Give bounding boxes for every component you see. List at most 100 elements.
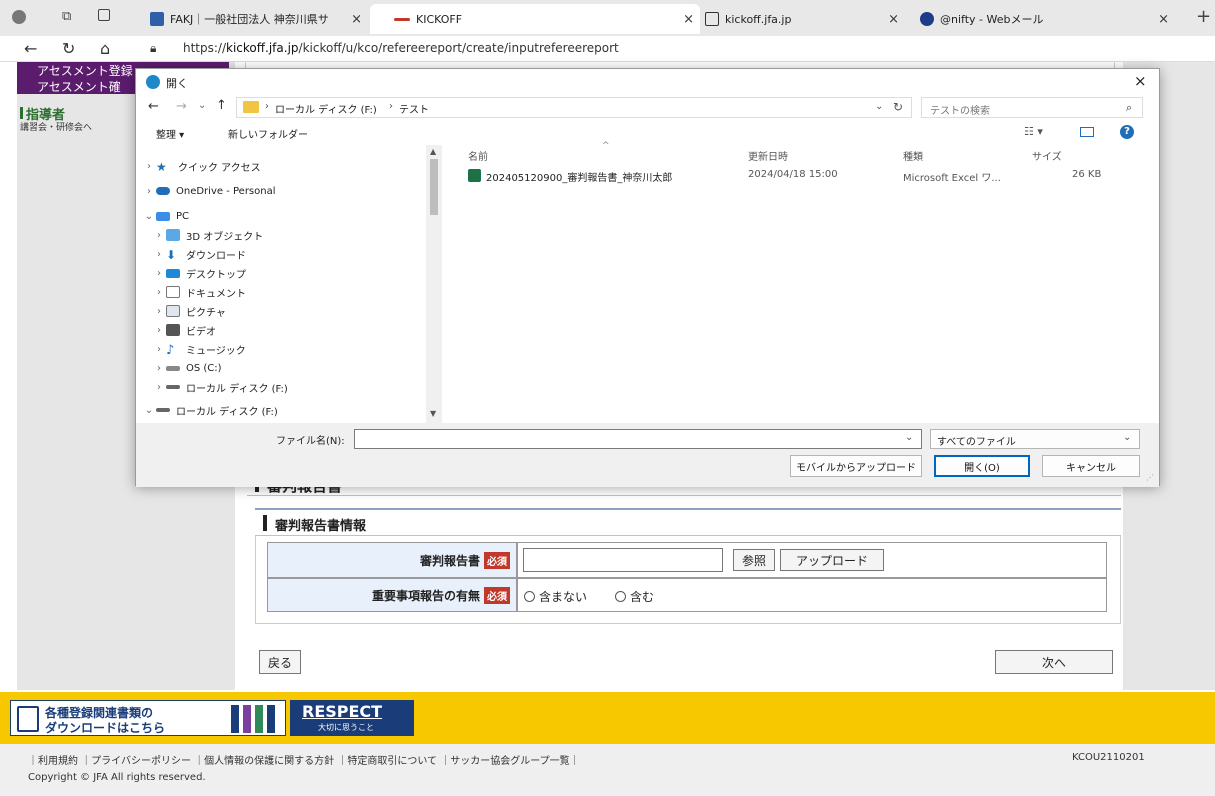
tree-item-os-c[interactable]: › OS (C:)	[152, 359, 222, 377]
lock-icon[interactable]: 🔒︎	[150, 41, 156, 56]
refresh-icon[interactable]: ↻	[62, 39, 75, 58]
view-options-icon[interactable]: ☷ ▾	[1024, 125, 1043, 138]
filetype-select[interactable]: すべてのファイル ⌄	[930, 429, 1140, 449]
scrollbar-thumb[interactable]	[430, 159, 438, 215]
breadcrumb-folder[interactable]: テスト	[399, 101, 429, 116]
expand-icon[interactable]: ›	[152, 325, 166, 336]
close-tab-icon[interactable]: ×	[351, 12, 362, 27]
cancel-button[interactable]: キャンセル	[1042, 455, 1140, 477]
respect-banner[interactable]: RESPECT 大切に思うこと	[290, 700, 414, 736]
back-icon[interactable]: ←	[24, 39, 37, 58]
resize-grip-icon[interactable]: ⋰	[1146, 473, 1154, 482]
column-size[interactable]: サイズ	[1032, 148, 1062, 163]
expand-icon[interactable]: ›	[152, 344, 166, 355]
column-type[interactable]: 種類	[903, 148, 923, 163]
breadcrumb-dropdown-icon[interactable]: ⌄	[875, 101, 883, 112]
tab-nifty[interactable]: @nifty - Webメール ×	[920, 4, 1175, 34]
tree-item-label: OS (C:)	[186, 362, 222, 374]
chevron-down-icon[interactable]: ⌄	[1123, 432, 1131, 443]
breadcrumb[interactable]: › ローカル ディスク (F:) › テスト ⌄ ↻	[236, 97, 912, 118]
scroll-down-icon[interactable]: ▼	[430, 409, 436, 418]
help-icon[interactable]: ?	[1120, 125, 1134, 139]
tree-item-quick-access[interactable]: › ★ クイック アクセス	[142, 157, 261, 175]
search-icon[interactable]: ⌕	[1126, 101, 1132, 115]
sidebar-section-sub[interactable]: 講習会・研修会へ	[20, 120, 92, 133]
expand-icon[interactable]: ›	[152, 268, 166, 279]
collapse-icon[interactable]: ⌄	[142, 211, 156, 222]
open-button[interactable]: 開く(O)	[934, 455, 1030, 477]
tree-item-desktop[interactable]: › デスクトップ	[152, 264, 246, 282]
column-name[interactable]: 名前	[468, 148, 488, 163]
radio-circle-icon[interactable]	[524, 591, 535, 602]
close-tab-icon[interactable]: ×	[683, 12, 694, 27]
filename-input[interactable]: ⌄	[354, 429, 922, 449]
expand-icon[interactable]: ›	[152, 230, 166, 241]
mobile-upload-button[interactable]: モバイルからアップロード	[790, 455, 922, 477]
tree-item-documents[interactable]: › ドキュメント	[152, 283, 246, 301]
tab-kickoff[interactable]: KICKOFF ×	[370, 4, 700, 34]
expand-icon[interactable]: ›	[152, 287, 166, 298]
expand-icon[interactable]: ›	[142, 161, 156, 172]
tree-item-label: ミュージック	[186, 345, 246, 357]
recent-locations-icon[interactable]: ⌄	[198, 100, 206, 111]
tree-item-videos[interactable]: › ビデオ	[152, 321, 216, 339]
cube-icon	[166, 229, 180, 241]
footer-links[interactable]: ｜利用規約 ｜プライバシーポリシー ｜個人情報の保護に関する方針 ｜特定商取引に…	[28, 752, 580, 767]
dialog-titlebar: 開く ×	[136, 69, 1159, 95]
new-tab-icon[interactable]: +	[1196, 6, 1211, 27]
expand-icon[interactable]: ›	[152, 382, 166, 393]
up-arrow-icon[interactable]: ↑	[216, 98, 227, 113]
organize-button[interactable]: 整理 ▾	[156, 126, 184, 141]
tab-kickoff-jfa[interactable]: kickoff.jfa.jp ×	[705, 4, 905, 34]
scroll-up-icon[interactable]: ▲	[430, 147, 436, 156]
file-name: 202405120900_審判報告書_神奈川太郎	[486, 173, 673, 184]
tree-item-pictures[interactable]: › ピクチャ	[152, 302, 226, 320]
close-tab-icon[interactable]: ×	[1158, 12, 1169, 27]
expand-icon[interactable]: ›	[152, 306, 166, 317]
document-download-icon	[17, 706, 39, 732]
close-tab-icon[interactable]: ×	[888, 12, 899, 27]
radio-not-included[interactable]: 含まない	[524, 588, 587, 605]
chevron-down-icon[interactable]: ⌄	[905, 432, 913, 443]
expand-icon[interactable]: ›	[152, 249, 166, 260]
home-icon[interactable]: ⌂	[100, 39, 110, 58]
profile-icon[interactable]	[12, 10, 26, 24]
breadcrumb-drive[interactable]: ローカル ディスク (F:)	[275, 101, 377, 116]
filename-label: ファイル名(N):	[276, 436, 345, 447]
file-row[interactable]: 202405120900_審判報告書_神奈川太郎 2024/04/18 15:0…	[462, 167, 1122, 185]
back-arrow-icon[interactable]: ←	[148, 99, 159, 114]
tree-item-local-f-root[interactable]: ⌄ ローカル ディスク (F:)	[142, 401, 278, 419]
expand-icon[interactable]: ›	[152, 363, 166, 374]
tree-scrollbar[interactable]: ▲ ▼	[426, 145, 442, 423]
upload-button[interactable]: アップロード	[780, 549, 884, 571]
back-button[interactable]: 戻る	[259, 650, 301, 674]
radio-circle-icon[interactable]	[615, 591, 626, 602]
refresh-icon[interactable]: ↻	[893, 100, 903, 114]
close-icon[interactable]: ×	[1134, 72, 1147, 90]
column-modified[interactable]: 更新日時	[748, 148, 788, 163]
section-title: 審判報告書情報	[275, 519, 367, 534]
report-file-input[interactable]	[523, 548, 723, 572]
preview-pane-icon[interactable]	[1080, 127, 1094, 137]
tree-item-onedrive[interactable]: › OneDrive - Personal	[142, 182, 276, 200]
download-banner[interactable]: 各種登録関連書類の ダウンロードはこちら	[10, 700, 286, 736]
new-folder-button[interactable]: 新しいフォルダー	[228, 126, 308, 141]
tree-item-3d-objects[interactable]: › 3D オブジェクト	[152, 226, 263, 244]
important-report-label-cell: 重要事項報告の有無 必須	[267, 578, 517, 612]
tab-fakj[interactable]: FAKJ｜一般社団法人 神奈川県サ ×	[150, 4, 368, 34]
collapse-icon[interactable]: ⌄	[142, 405, 156, 416]
next-button[interactable]: 次へ	[995, 650, 1113, 674]
tab-actions-icon[interactable]	[98, 9, 110, 21]
tree-item-local-f[interactable]: › ローカル ディスク (F:)	[152, 378, 288, 396]
expand-icon[interactable]: ›	[142, 186, 156, 197]
search-input[interactable]: テストの検索 ⌕	[921, 97, 1143, 118]
tree-item-music[interactable]: › ♪ ミュージック	[152, 340, 246, 358]
url-field[interactable]: https://kickoff.jfa.jp/kickoff/u/kco/ref…	[183, 41, 619, 55]
tree-item-downloads[interactable]: › ⬇ ダウンロード	[152, 245, 246, 263]
workspaces-icon[interactable]: ⧉	[62, 9, 71, 24]
browse-button[interactable]: 参照	[733, 549, 775, 571]
forward-arrow-icon[interactable]: →	[176, 99, 187, 114]
radio-included[interactable]: 含む	[615, 588, 654, 605]
tree-item-pc[interactable]: ⌄ PC	[142, 207, 189, 225]
tree-item-label: デスクトップ	[186, 269, 246, 281]
